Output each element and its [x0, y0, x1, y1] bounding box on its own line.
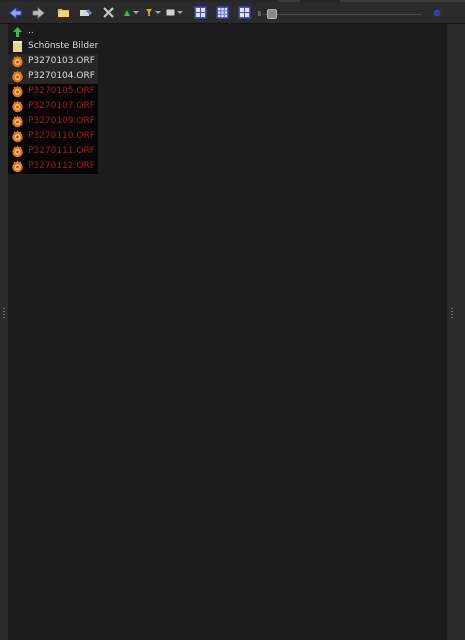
file-item[interactable]: P3270111.ORF: [8, 144, 98, 159]
open-folder-button[interactable]: [55, 2, 71, 23]
thumbnail-small-button[interactable]: [236, 2, 252, 23]
forward-icon: [32, 6, 45, 19]
parent-folder-label: ..: [28, 26, 34, 36]
color-filter-icon: [145, 8, 153, 17]
thumbnail-grid-button[interactable]: [214, 2, 230, 23]
file-name: P3270112.ORF: [28, 161, 95, 171]
raw-image-icon: [10, 130, 24, 143]
color-filter-button[interactable]: [143, 2, 154, 23]
back-button[interactable]: [7, 2, 23, 23]
folder-label: Schönste Bilder: [28, 41, 99, 51]
file-name: P3270111.ORF: [28, 146, 95, 156]
parent-folder-item[interactable]: ..: [8, 24, 98, 39]
zoom-max-button[interactable]: [430, 2, 444, 23]
clear-icon: [79, 7, 93, 18]
raw-image-icon: [10, 145, 24, 158]
toolbar: [0, 2, 465, 24]
file-name: P3270109.ORF: [28, 116, 95, 126]
back-icon: [8, 6, 22, 19]
up-arrow-icon: [10, 25, 24, 38]
file-item[interactable]: P3270107.ORF: [8, 99, 98, 114]
folder-item[interactable]: Schönste Bilder: [8, 39, 98, 54]
file-item[interactable]: P3270103.ORF: [8, 54, 98, 69]
file-item[interactable]: P3270104.ORF: [8, 69, 98, 84]
zoom-slider[interactable]: [263, 14, 421, 15]
clear-button[interactable]: [78, 2, 94, 23]
thumbnail-grid-icon: [216, 6, 229, 19]
thumbnail-large-button[interactable]: [192, 2, 208, 23]
close-button[interactable]: [100, 2, 116, 23]
file-item[interactable]: P3270109.ORF: [8, 114, 98, 129]
raw-image-icon: [10, 70, 24, 83]
chevron-down-icon[interactable]: [177, 11, 183, 14]
left-splitter[interactable]: [0, 24, 8, 640]
view-mode-icon: [166, 9, 175, 16]
dot-icon: [433, 9, 441, 17]
folder-icon: [10, 40, 24, 53]
raw-image-icon: [10, 85, 24, 98]
file-name: P3270110.ORF: [28, 131, 95, 141]
chevron-down-icon[interactable]: [133, 11, 139, 14]
file-name: P3270104.ORF: [28, 71, 95, 81]
file-browser-panel: .. Schönste Bilder P3270103.ORF P3270104.…: [8, 24, 447, 640]
thumbnail-large-icon: [194, 6, 207, 19]
file-item[interactable]: P3270110.ORF: [8, 129, 98, 144]
view-mode-button[interactable]: [165, 2, 176, 23]
file-name: P3270107.ORF: [28, 101, 95, 111]
raw-image-icon: [10, 100, 24, 113]
raw-image-icon: [10, 55, 24, 68]
zoom-slider-min: [258, 11, 261, 16]
close-icon: [102, 7, 114, 18]
splitter-grip[interactable]: [451, 308, 453, 320]
raw-image-icon: [10, 160, 24, 173]
splitter-grip[interactable]: [3, 308, 5, 320]
file-item[interactable]: P3270112.ORF: [8, 159, 98, 174]
thumbnail-small-icon: [238, 6, 251, 19]
raw-image-icon: [10, 115, 24, 128]
chevron-down-icon[interactable]: [155, 11, 161, 14]
file-item[interactable]: P3270105.ORF: [8, 84, 98, 99]
forward-button[interactable]: [30, 2, 46, 23]
file-name: P3270103.ORF: [28, 56, 95, 66]
open-folder-icon: [57, 7, 70, 18]
rating-filter-icon: [123, 9, 131, 17]
file-name: P3270105.ORF: [28, 86, 95, 96]
file-list: .. Schönste Bilder P3270103.ORF P3270104.…: [8, 24, 98, 174]
zoom-slider-thumb[interactable]: [267, 9, 278, 19]
right-splitter[interactable]: [447, 24, 465, 640]
rating-filter-button[interactable]: [121, 2, 132, 23]
